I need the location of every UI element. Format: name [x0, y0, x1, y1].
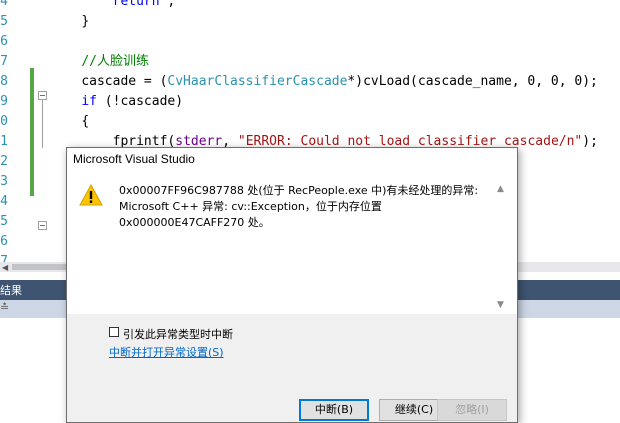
- code-token: *)cvLoad(cascade_name, 0, 0, 0);: [347, 74, 598, 89]
- line-number: 5: [0, 214, 8, 229]
- exception-message: 0x00007FF96C987788 处(位于 RecPeople.exe 中)…: [119, 184, 479, 229]
- line-number: 1: [0, 134, 8, 149]
- toolbar-icon[interactable]: ≛: [0, 301, 9, 314]
- code-line[interactable]: if (!cascade): [50, 92, 183, 112]
- line-number: 6: [0, 234, 8, 249]
- line-number: 6: [0, 34, 8, 49]
- code-token: ;: [159, 0, 176, 9]
- line-number: 3: [0, 174, 8, 189]
- line-number: 7: [0, 54, 8, 69]
- open-exception-settings-link[interactable]: 中断并打开异常设置(S): [109, 344, 224, 360]
- checkbox-label[interactable]: 引发此异常类型时中断: [123, 326, 233, 342]
- dialog-titlebar[interactable]: Microsoft Visual Studio: [67, 148, 517, 170]
- fold-guide-line: [42, 100, 43, 148]
- message-area: 0x00007FF96C987788 处(位于 RecPeople.exe 中)…: [67, 170, 517, 314]
- line-number: 8: [0, 74, 8, 89]
- code-line[interactable]: //人脸训练: [50, 52, 149, 72]
- code-token: return: [112, 0, 160, 9]
- exception-dialog: Microsoft Visual Studio 0x00007FF96C9877…: [66, 147, 518, 423]
- ignore-button[interactable]: 忽略(I): [437, 399, 507, 421]
- code-token: //人脸训练: [81, 54, 149, 69]
- code-token: }: [81, 14, 90, 29]
- line-number: 2: [0, 154, 8, 169]
- code-line[interactable]: return ;: [50, 0, 176, 12]
- code-token: CvHaarClassifierCascade: [167, 74, 348, 89]
- dialog-title: Microsoft Visual Studio: [73, 152, 195, 166]
- scroll-down-icon[interactable]: ▼: [497, 300, 504, 310]
- scroll-left-icon[interactable]: ◀: [2, 263, 8, 272]
- code-token: (!cascade): [96, 94, 184, 109]
- code-token: if: [81, 94, 97, 109]
- fold-toggle-icon[interactable]: [38, 221, 47, 230]
- panel-title: 结果: [0, 284, 22, 297]
- code-line[interactable]: {: [50, 112, 89, 132]
- line-number: 5: [0, 14, 8, 29]
- code-token: );: [582, 134, 598, 149]
- code-line[interactable]: }: [50, 12, 89, 32]
- scroll-up-icon[interactable]: ▲: [497, 184, 504, 194]
- code-line[interactable]: cascade = (CvHaarClassifierCascade*)cvLo…: [50, 72, 598, 92]
- line-number: 0: [0, 114, 8, 129]
- change-tracking-bar: [30, 68, 34, 196]
- line-number: 7: [0, 254, 8, 262]
- fold-toggle-icon[interactable]: [38, 91, 47, 100]
- warning-icon: [79, 184, 103, 206]
- break-on-exception-checkbox[interactable]: [109, 327, 119, 337]
- break-button[interactable]: 中断(B): [299, 399, 369, 421]
- code-token: {: [81, 114, 90, 129]
- line-number: 4: [0, 0, 8, 9]
- code-token: cascade = (: [81, 74, 168, 89]
- line-number: 9: [0, 94, 8, 109]
- line-number: 4: [0, 194, 8, 209]
